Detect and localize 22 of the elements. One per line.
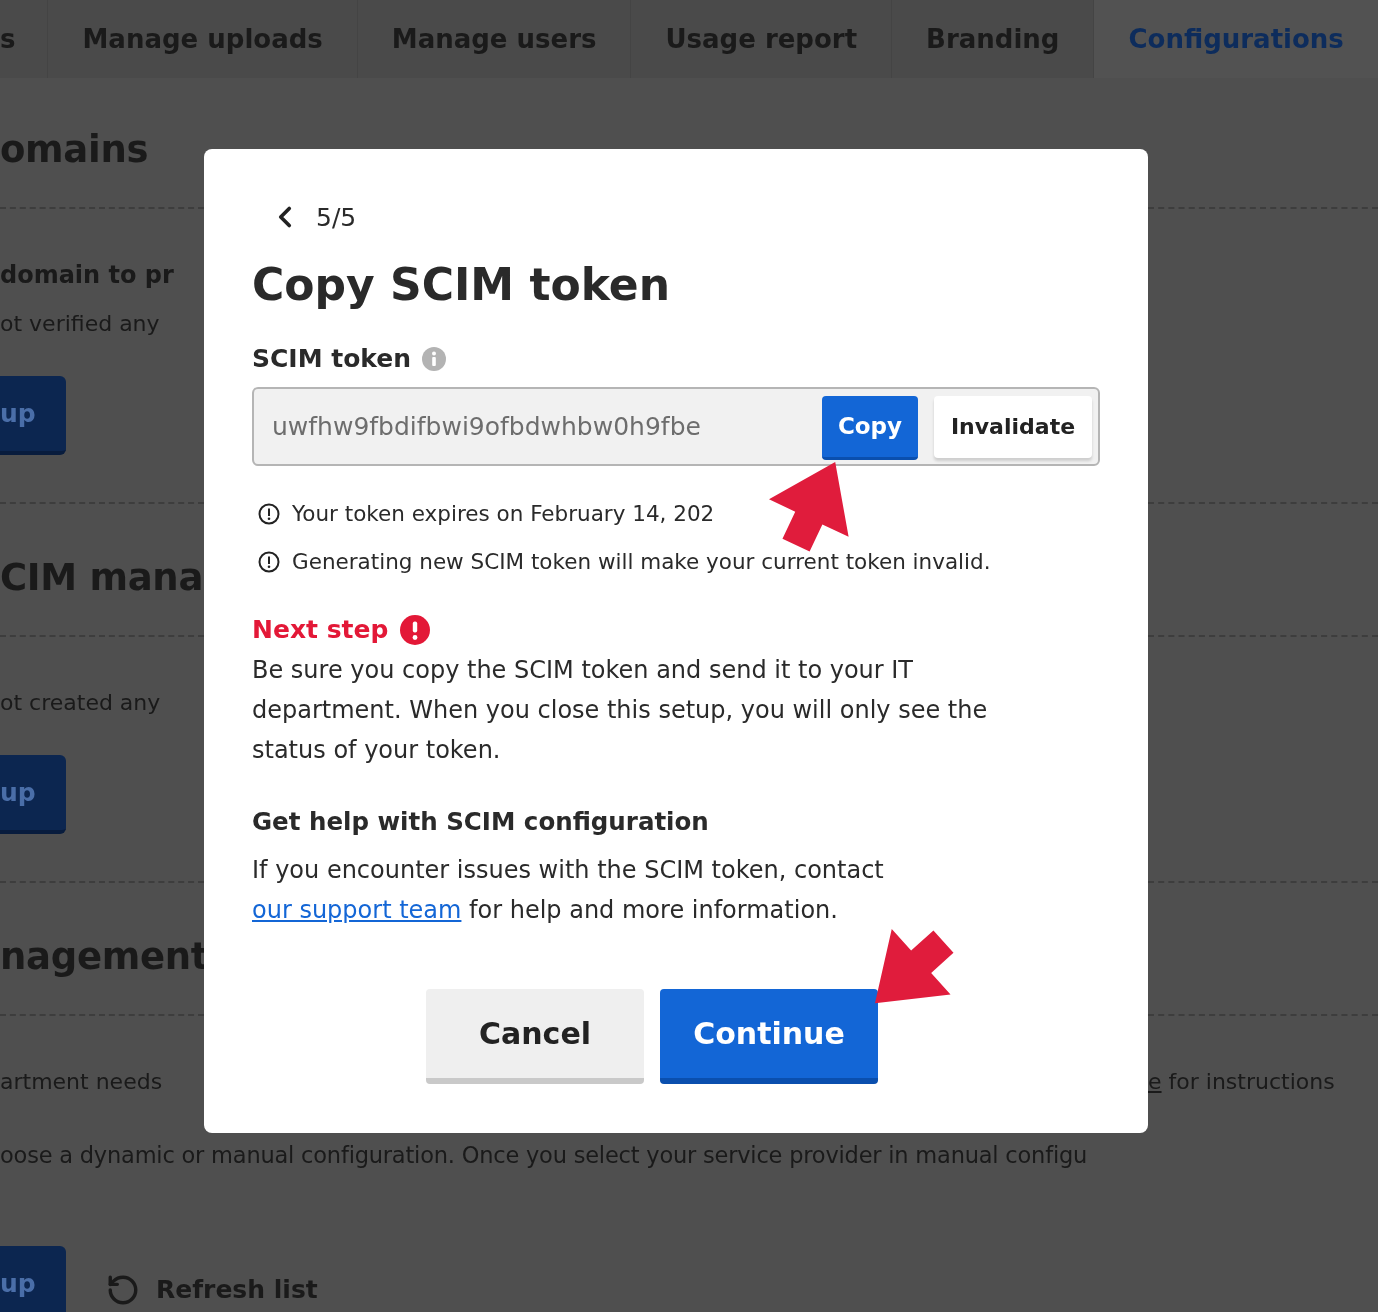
help-text: If you encounter issues with the SCIM token, contact our support team for help and more information. bbox=[252, 855, 885, 926]
setup-button[interactable]: up bbox=[0, 376, 66, 455]
alert-icon bbox=[258, 551, 280, 573]
support-link[interactable]: our support team bbox=[252, 896, 462, 924]
nav-tab[interactable]: Configurations bbox=[1094, 0, 1378, 78]
alert-icon bbox=[400, 615, 431, 645]
dialog-title: Copy SCIM token bbox=[252, 258, 671, 312]
invalidate-button[interactable]: Invalidate bbox=[934, 395, 1092, 458]
next-step-title: Next step bbox=[252, 614, 389, 646]
continue-button[interactable]: Continue bbox=[660, 989, 878, 1084]
field-label: SCIM token bbox=[252, 343, 412, 375]
step-counter: 5/5 bbox=[316, 202, 357, 232]
copy-button[interactable]: Copy bbox=[822, 395, 918, 460]
next-step-text: Be sure you copy the SCIM token and send it to your IT department. When you close this setup, you will only see the status of your token. bbox=[252, 655, 989, 766]
notice-text: Generating new SCIM token will make your current token invalid. bbox=[292, 548, 991, 576]
setup-button[interactable]: up bbox=[0, 1246, 66, 1312]
notice-text: Your token expires on February 14, 202 bbox=[292, 500, 715, 528]
help-heading: Get help with SCIM configuration bbox=[252, 806, 710, 838]
cancel-button[interactable]: Cancel bbox=[426, 989, 644, 1084]
setup-button[interactable]: up bbox=[0, 755, 66, 834]
token-field[interactable]: uwfhw9fbdifbwi9ofbdwhbw0h9fbe Copy Invalidate bbox=[252, 387, 1100, 466]
alert-icon bbox=[258, 503, 280, 525]
